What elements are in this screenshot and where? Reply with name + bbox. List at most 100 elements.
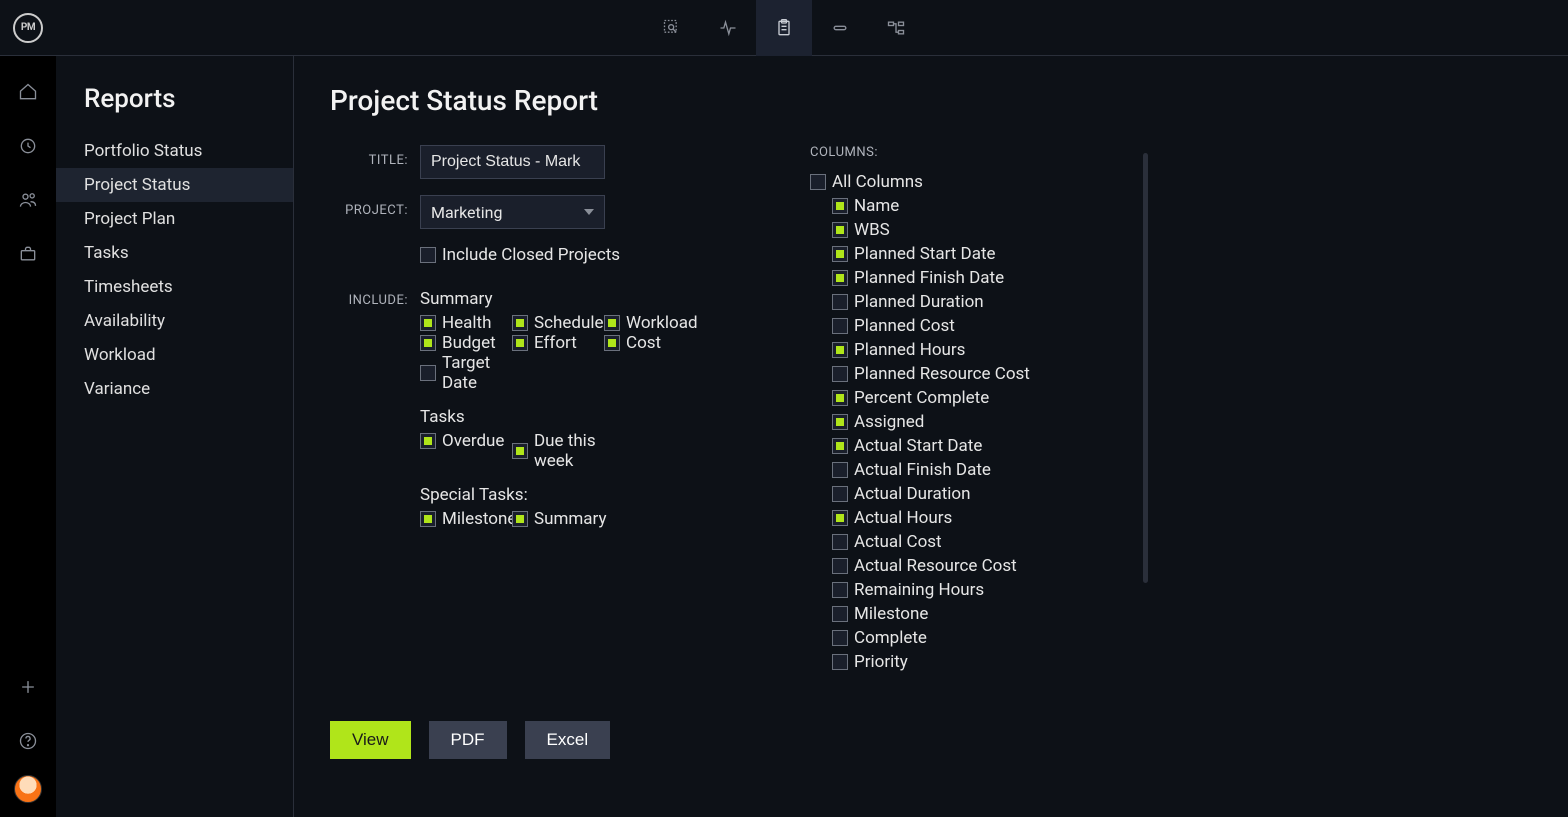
column-label: Milestone bbox=[854, 604, 928, 624]
view-button[interactable]: View bbox=[330, 721, 411, 759]
column-priority-checkbox[interactable] bbox=[832, 654, 848, 670]
column-complete-checkbox[interactable] bbox=[832, 630, 848, 646]
all-columns-label: All Columns bbox=[832, 172, 923, 192]
column-label: Planned Start Date bbox=[854, 244, 996, 264]
toolbar-link-icon[interactable] bbox=[812, 0, 868, 56]
main-content: Project Status Report TITLE: PROJECT: Ma… bbox=[294, 56, 1568, 817]
column-name-checkbox[interactable] bbox=[832, 198, 848, 214]
pdf-button[interactable]: PDF bbox=[429, 721, 507, 759]
column-label: WBS bbox=[854, 220, 890, 240]
column-label: Actual Hours bbox=[854, 508, 952, 528]
clock-icon[interactable] bbox=[8, 126, 48, 166]
special-summary-checkbox[interactable] bbox=[512, 511, 528, 527]
columns-label: COLUMNS: bbox=[810, 145, 1140, 160]
summary-target-date-checkbox[interactable] bbox=[420, 365, 436, 381]
tasks-overdue-checkbox[interactable] bbox=[420, 433, 436, 449]
sidebar-item-availability[interactable]: Availability bbox=[56, 304, 293, 338]
column-label: Planned Resource Cost bbox=[854, 364, 1030, 384]
tasks-heading: Tasks bbox=[420, 407, 700, 427]
avatar[interactable] bbox=[14, 775, 42, 803]
summary-heading: Summary bbox=[420, 289, 700, 309]
all-columns-checkbox[interactable] bbox=[810, 174, 826, 190]
special-heading: Special Tasks: bbox=[420, 485, 700, 505]
columns-scrollbar[interactable] bbox=[1143, 153, 1148, 583]
column-remaining-hours-checkbox[interactable] bbox=[832, 582, 848, 598]
summary-cost-checkbox[interactable] bbox=[604, 335, 620, 351]
column-actual-finish-date-checkbox[interactable] bbox=[832, 462, 848, 478]
summary-workload-checkbox[interactable] bbox=[604, 315, 620, 331]
column-assigned-checkbox[interactable] bbox=[832, 414, 848, 430]
tasks-due-this-week-checkbox[interactable] bbox=[512, 443, 528, 459]
column-label: Assigned bbox=[854, 412, 924, 432]
sidebar-items: Portfolio StatusProject StatusProject Pl… bbox=[56, 134, 293, 406]
column-planned-duration-checkbox[interactable] bbox=[832, 294, 848, 310]
summary-schedule-checkbox[interactable] bbox=[512, 315, 528, 331]
column-actual-resource-cost-checkbox[interactable] bbox=[832, 558, 848, 574]
column-planned-cost-checkbox[interactable] bbox=[832, 318, 848, 334]
sidebar-item-project-plan[interactable]: Project Plan bbox=[56, 202, 293, 236]
column-label: Planned Hours bbox=[854, 340, 965, 360]
sidebar-title: Reports bbox=[56, 84, 293, 134]
tasks-label: Due this week bbox=[534, 431, 604, 471]
toolbar-search-icon[interactable] bbox=[644, 0, 700, 56]
tasks-label: Overdue bbox=[442, 431, 504, 451]
column-label: Complete bbox=[854, 628, 927, 648]
summary-budget-checkbox[interactable] bbox=[420, 335, 436, 351]
column-actual-duration-checkbox[interactable] bbox=[832, 486, 848, 502]
summary-effort-checkbox[interactable] bbox=[512, 335, 528, 351]
column-planned-start-date-checkbox[interactable] bbox=[832, 246, 848, 262]
add-icon[interactable] bbox=[8, 667, 48, 707]
project-select[interactable]: Marketing bbox=[420, 195, 605, 229]
summary-label: Health bbox=[442, 313, 491, 333]
summary-label: Budget bbox=[442, 333, 496, 353]
column-label: Priority bbox=[854, 652, 908, 672]
column-label: Actual Cost bbox=[854, 532, 942, 552]
column-label: Planned Duration bbox=[854, 292, 984, 312]
special-label: Summary bbox=[534, 509, 606, 529]
column-wbs-checkbox[interactable] bbox=[832, 222, 848, 238]
column-planned-resource-cost-checkbox[interactable] bbox=[832, 366, 848, 382]
column-actual-cost-checkbox[interactable] bbox=[832, 534, 848, 550]
summary-label: Schedule bbox=[534, 313, 603, 333]
sidebar-item-timesheets[interactable]: Timesheets bbox=[56, 270, 293, 304]
column-actual-hours-checkbox[interactable] bbox=[832, 510, 848, 526]
excel-button[interactable]: Excel bbox=[525, 721, 611, 759]
column-label: Percent Complete bbox=[854, 388, 989, 408]
app-logo[interactable]: PM bbox=[0, 0, 56, 56]
home-icon[interactable] bbox=[8, 72, 48, 112]
column-percent-complete-checkbox[interactable] bbox=[832, 390, 848, 406]
include-closed-checkbox[interactable] bbox=[420, 247, 436, 263]
summary-label: Target Date bbox=[442, 353, 512, 393]
summary-health-checkbox[interactable] bbox=[420, 315, 436, 331]
briefcase-icon[interactable] bbox=[8, 234, 48, 274]
summary-label: Workload bbox=[626, 313, 698, 333]
people-icon[interactable] bbox=[8, 180, 48, 220]
column-milestone-checkbox[interactable] bbox=[832, 606, 848, 622]
column-label: Actual Resource Cost bbox=[854, 556, 1017, 576]
project-select-value: Marketing bbox=[431, 203, 502, 222]
special-milestones-checkbox[interactable] bbox=[420, 511, 436, 527]
toolbar-clipboard-icon[interactable] bbox=[756, 0, 812, 56]
page-title: Project Status Report bbox=[330, 84, 1532, 117]
sidebar-item-portfolio-status[interactable]: Portfolio Status bbox=[56, 134, 293, 168]
sidebar-item-variance[interactable]: Variance bbox=[56, 372, 293, 406]
title-label: TITLE: bbox=[330, 145, 420, 168]
sidebar-item-workload[interactable]: Workload bbox=[56, 338, 293, 372]
logo-text: PM bbox=[13, 13, 43, 43]
help-icon[interactable] bbox=[8, 721, 48, 761]
column-label: Planned Cost bbox=[854, 316, 955, 336]
toolbar-activity-icon[interactable] bbox=[700, 0, 756, 56]
sidebar-item-tasks[interactable]: Tasks bbox=[56, 236, 293, 270]
column-label: Actual Start Date bbox=[854, 436, 982, 456]
column-label: Planned Finish Date bbox=[854, 268, 1004, 288]
column-actual-start-date-checkbox[interactable] bbox=[832, 438, 848, 454]
summary-label: Effort bbox=[534, 333, 577, 353]
top-bar: PM bbox=[0, 0, 1568, 56]
title-input[interactable] bbox=[420, 145, 605, 179]
column-planned-hours-checkbox[interactable] bbox=[832, 342, 848, 358]
column-planned-finish-date-checkbox[interactable] bbox=[832, 270, 848, 286]
sidebar-item-project-status[interactable]: Project Status bbox=[56, 168, 293, 202]
top-toolbar bbox=[644, 0, 924, 56]
toolbar-flow-icon[interactable] bbox=[868, 0, 924, 56]
include-label: INCLUDE: bbox=[330, 285, 420, 308]
